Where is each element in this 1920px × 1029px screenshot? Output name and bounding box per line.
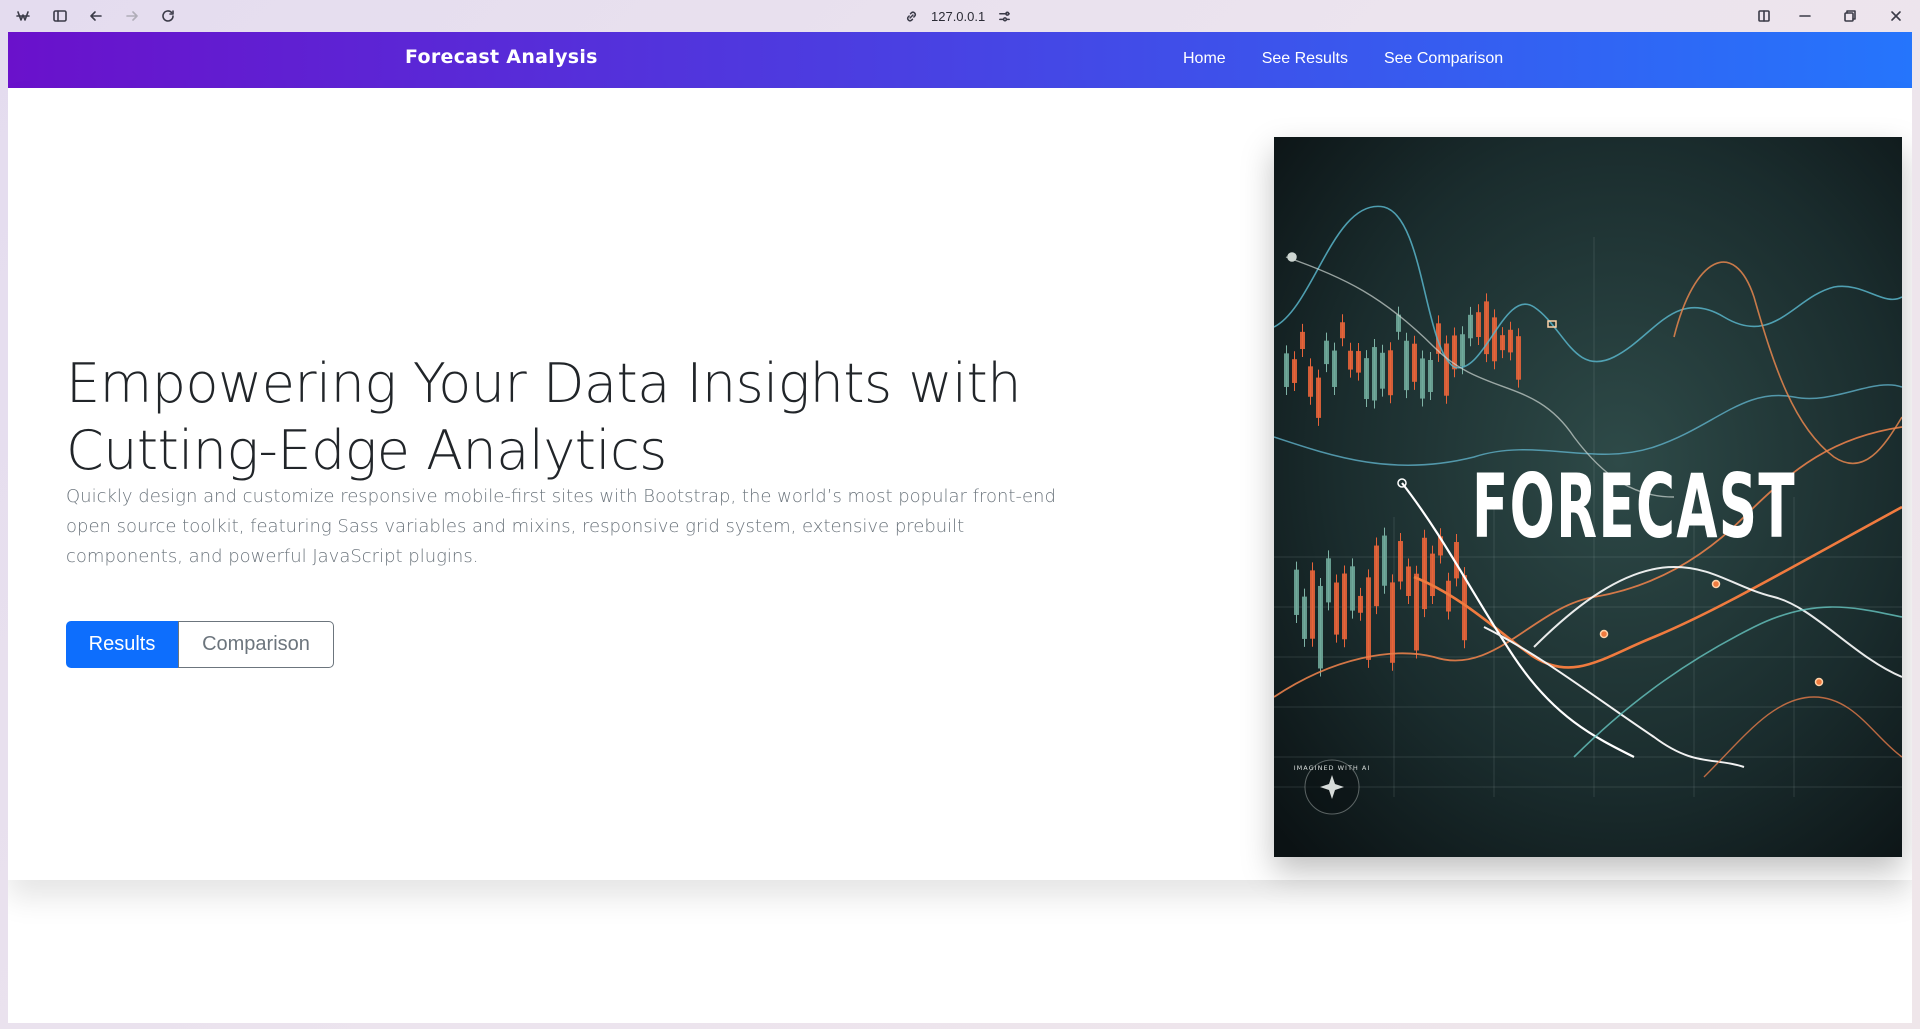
close-icon[interactable] (1884, 4, 1908, 28)
candlestick-body (1358, 595, 1363, 613)
candlestick-body (1422, 537, 1427, 610)
link-icon (907, 11, 916, 21)
candlestick-body (1300, 331, 1305, 350)
candlestick-body (1516, 336, 1521, 380)
candlestick-body (1412, 343, 1417, 382)
candlestick-body (1444, 343, 1449, 396)
candlestick-body (1388, 350, 1393, 396)
nav-links: Home See Results See Comparison (1183, 50, 1503, 68)
forecast-illustration: FORECAST IMAGINED WITH AI (1274, 137, 1902, 857)
candlestick-body (1460, 334, 1465, 367)
address-bar[interactable]: 127.0.0.1 (904, 4, 1024, 28)
results-button[interactable]: Results (66, 621, 178, 668)
page-viewport: Forecast Analysis Home See Results See C… (8, 32, 1912, 1023)
candlestick-body (1372, 347, 1377, 401)
candlestick-body (1430, 553, 1435, 597)
candlestick-body (1326, 558, 1331, 603)
split-view-icon[interactable] (1752, 4, 1776, 28)
nav-link-see-results[interactable]: See Results (1262, 50, 1348, 68)
candlestick-body (1342, 573, 1347, 640)
candlestick-body (1390, 582, 1395, 663)
hero-button-group: Results Comparison (66, 621, 334, 668)
candlestick-body (1340, 322, 1345, 339)
candlestick-body (1420, 358, 1425, 399)
candlestick-body (1404, 340, 1409, 391)
candlestick-body (1318, 585, 1323, 669)
restore-icon[interactable] (1838, 4, 1862, 28)
nav-link-see-comparison[interactable]: See Comparison (1384, 50, 1503, 68)
hero-title: Empowering Your Data Insights with Cutti… (66, 352, 1021, 482)
candlestick-body (1356, 351, 1361, 373)
back-arrow-icon[interactable] (84, 4, 108, 28)
hero-lead-text: Quickly design and customize responsive … (66, 486, 1056, 567)
candlestick-body (1382, 535, 1387, 586)
candlestick-body (1468, 314, 1473, 339)
candlestick-body (1310, 570, 1315, 639)
candlestick-body (1366, 577, 1371, 660)
candlestick-body (1428, 359, 1433, 393)
candlestick-body (1332, 350, 1337, 387)
comparison-button[interactable]: Comparison (178, 621, 334, 668)
forward-arrow-icon[interactable] (120, 4, 144, 28)
navbar-brand[interactable]: Forecast Analysis (405, 46, 598, 68)
candlestick-body (1476, 312, 1481, 338)
candlestick-body (1414, 573, 1419, 651)
candlestick-body (1324, 340, 1329, 365)
candlestick-body (1398, 541, 1403, 582)
site-settings-icon[interactable] (997, 9, 1012, 24)
address-text[interactable]: 127.0.0.1 (931, 9, 985, 24)
nav-link-home[interactable]: Home (1183, 50, 1226, 68)
browser-toolbar: 127.0.0.1 (0, 0, 1920, 32)
candlestick-body (1302, 596, 1307, 639)
candlestick-body (1292, 359, 1297, 383)
candlestick-body (1350, 566, 1355, 611)
reload-icon[interactable] (156, 4, 180, 28)
candlestick-body (1316, 377, 1321, 418)
forecast-hero-image: FORECAST IMAGINED WITH AI (1274, 137, 1902, 857)
candlestick-body (1492, 317, 1497, 362)
candlestick-body (1308, 366, 1313, 397)
candlestick-body (1334, 582, 1339, 635)
candlestick-body (1500, 335, 1505, 351)
candlestick-body (1364, 358, 1369, 400)
candlestick-body (1462, 575, 1467, 641)
candlestick-body (1294, 569, 1299, 615)
minimize-icon[interactable] (1793, 4, 1817, 28)
candlestick-body (1374, 545, 1379, 607)
hero-section: Empowering Your Data Insights with Cutti… (8, 88, 1912, 880)
candlestick-body (1348, 350, 1353, 370)
candlestick-body (1380, 352, 1385, 389)
candlestick-body (1508, 329, 1513, 353)
svg-text:IMAGINED WITH AI: IMAGINED WITH AI (1294, 764, 1370, 772)
sidebar-toggle-icon[interactable] (48, 4, 72, 28)
candlestick-body (1284, 353, 1289, 387)
forecast-overlay-text: FORECAST (1472, 455, 1796, 558)
navbar: Forecast Analysis Home See Results See C… (8, 32, 1912, 88)
candlestick-body (1406, 566, 1411, 596)
app-menu-icon[interactable] (11, 4, 35, 28)
